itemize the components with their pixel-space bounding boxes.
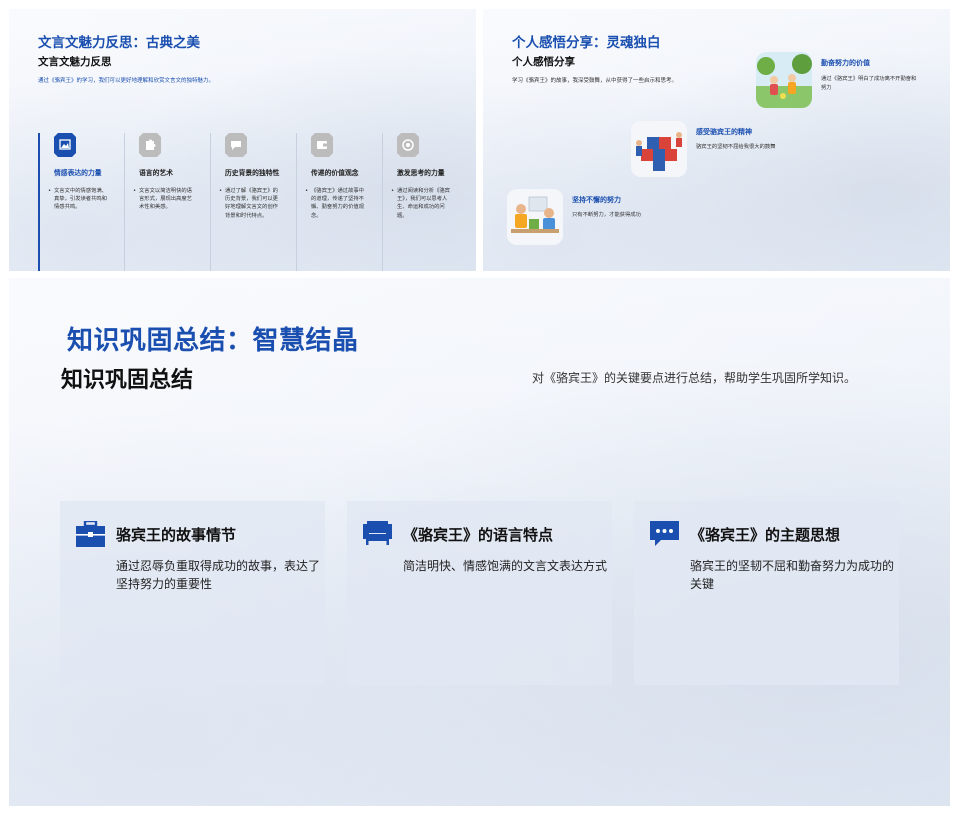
insight-title: 感受骆宾王的精神 [696, 128, 752, 136]
column-title: 传递的价值观念 [311, 169, 359, 177]
insight-body: 通过《骆宾王》明白了成功离不开勤奋和努力 [821, 76, 917, 91]
insight-title: 勤奋努力的价值 [821, 59, 870, 67]
summary-card-language: 《骆宾王》的语言特点 简洁明快、情感饱满的文言文表达方式 [347, 501, 612, 685]
wallet-icon [311, 133, 333, 157]
column-thinking: 激发思考的力量 通过阅读和分析《骆宾王》，我们可以思考人生、命运和成功的问题。 [382, 133, 468, 271]
insight-body: 只有不断努力，才能获得成功 [572, 212, 641, 218]
column-body: 文言文以简洁明快的语言形式，展现出高度艺术性和美感。 [133, 187, 197, 212]
slide-subtitle: 文言文魅力反思 [38, 56, 112, 68]
slide-main-summary[interactable]: 知识巩固总结：智慧结晶 知识巩固总结 对《骆宾王》的关键要点进行总结，帮助学生巩… [9, 278, 950, 806]
chat-bubble-icon [650, 521, 679, 546]
slide-title: 知识巩固总结：智慧结晶 [67, 326, 359, 356]
briefcase-icon [76, 521, 105, 547]
insight-body: 骆宾王的坚韧不屈给我很大的鼓舞 [696, 144, 776, 150]
column-title: 激发思考的力量 [397, 169, 445, 177]
card-title: 《骆宾王》的语言特点 [403, 526, 554, 544]
column-body: 通过阅读和分析《骆宾王》，我们可以思考人生、命运和成功的问题。 [391, 187, 455, 220]
slide-title: 文言文魅力反思：古典之美 [38, 35, 200, 51]
card-title: 《骆宾王》的主题思想 [690, 526, 841, 544]
insight-title: 坚持不懈的努力 [572, 196, 621, 204]
target-icon [397, 133, 419, 157]
image-icon [54, 133, 76, 157]
column-body: 通过了解《骆宾王》的历史背景，我们可以更好地理解文言文的创作背景和时代特点。 [219, 187, 283, 220]
column-title: 语言的艺术 [139, 169, 173, 177]
chat-icon [225, 133, 247, 157]
card-body: 骆宾王的坚韧不屈和勤奋努力为成功的关键 [690, 559, 895, 591]
column-title: 历史背景的独特性 [225, 169, 280, 177]
column-history: 历史背景的独特性 通过了解《骆宾王》的历史背景，我们可以更好地理解文言文的创作背… [210, 133, 296, 271]
slide-description: 学习《骆宾王》的故事，我深受鼓舞，从中获得了一些启示和思考。 [512, 78, 678, 84]
slide-description: 对《骆宾王》的关键要点进行总结，帮助学生巩固所学知识。 [532, 371, 857, 385]
column-values: 传递的价值观念 《骆宾王》通过故事中的道理，传递了坚持不懈、勤奋努力的价值观念。 [296, 133, 382, 271]
children-playing-image [756, 52, 812, 108]
column-body: 《骆宾王》通过故事中的道理，传递了坚持不懈、勤奋努力的价值观念。 [305, 187, 369, 220]
kids-study-image [507, 189, 563, 245]
slide-title: 个人感悟分享：灵魂独白 [512, 35, 661, 51]
sofa-icon [363, 521, 392, 545]
slide-subtitle: 知识巩固总结 [61, 368, 194, 393]
card-body: 通过忍辱负重取得成功的故事，表达了坚持努力的重要性 [116, 559, 321, 591]
column-body: 文言文中的情感饱满、真挚，引发读者共鸣和情感共鸣。 [48, 187, 112, 212]
summary-card-story: 骆宾王的故事情节 通过忍辱负重取得成功的故事，表达了坚持努力的重要性 [60, 501, 325, 685]
card-title: 骆宾王的故事情节 [116, 526, 237, 544]
column-emotion: 情感表达的力量 文言文中的情感饱满、真挚，引发读者共鸣和情感共鸣。 [38, 133, 124, 271]
column-language: 语言的艺术 文言文以简洁明快的语言形式，展现出高度艺术性和美感。 [124, 133, 210, 271]
summary-card-theme: 《骆宾王》的主题思想 骆宾王的坚韧不屈和勤奋努力为成功的关键 [634, 501, 899, 685]
teamwork-puzzle-image [631, 121, 687, 177]
card-body: 简洁明快、情感饱满的文言文表达方式 [403, 559, 608, 573]
slide-subtitle: 个人感悟分享 [512, 56, 575, 68]
column-title: 情感表达的力量 [54, 169, 102, 177]
slide-thumbnail-reflection[interactable]: 文言文魅力反思：古典之美 文言文魅力反思 通过《骆宾王》的学习，我们可以更好地理… [9, 9, 476, 271]
slide-thumbnail-personal[interactable]: 个人感悟分享：灵魂独白 个人感悟分享 学习《骆宾王》的故事，我深受鼓舞，从中获得… [483, 9, 950, 271]
puzzle-icon [139, 133, 161, 157]
slide-description: 通过《骆宾王》的学习，我们可以更好地理解和欣赏文言文的独特魅力。 [38, 78, 215, 84]
